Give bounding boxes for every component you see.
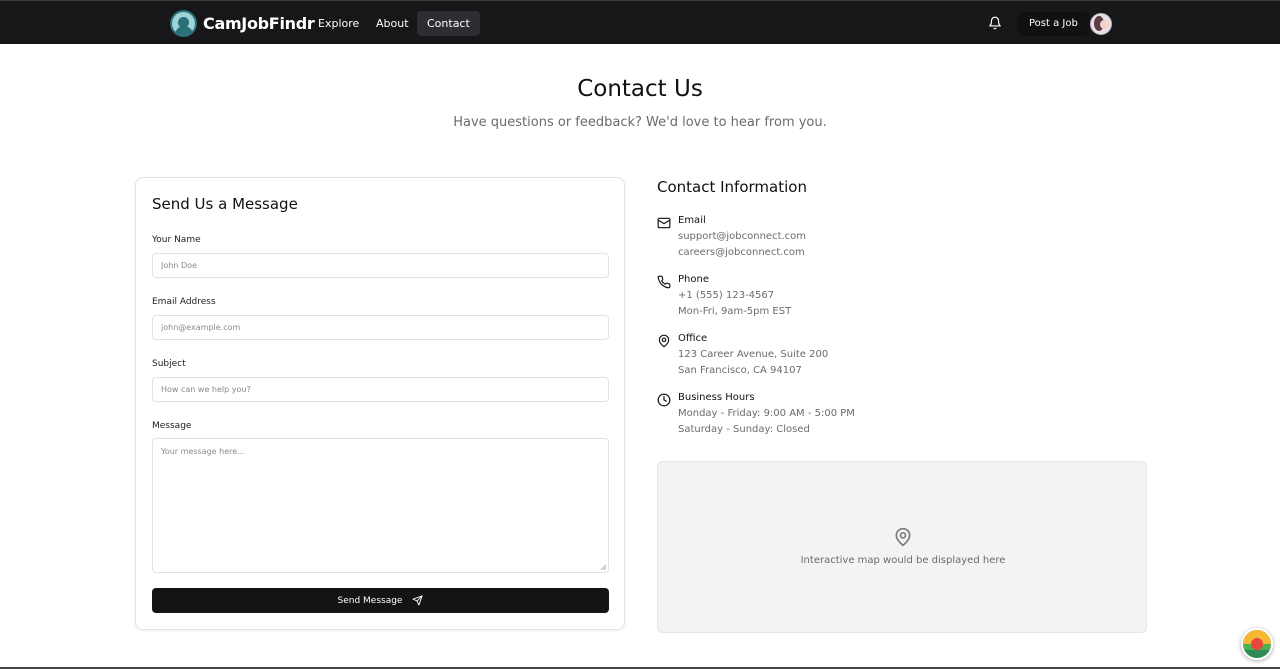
page-title: Contact Us	[577, 76, 703, 102]
contact-item-title: Phone	[678, 274, 709, 285]
avatar[interactable]	[1090, 13, 1112, 35]
phone-icon	[657, 275, 671, 289]
map-placeholder[interactable]: Interactive map would be displayed here	[657, 461, 1147, 633]
name-label: Your Name	[152, 235, 201, 245]
email-label: Email Address	[152, 297, 216, 307]
contact-item-line: Mon-Fri, 9am-5pm EST	[678, 306, 792, 317]
map-pin-icon	[895, 527, 911, 547]
floating-app-icon[interactable]	[1241, 628, 1273, 660]
contact-item-title: Email	[678, 215, 706, 226]
contact-item-line: Monday - Friday: 9:00 AM - 5:00 PM	[678, 408, 855, 419]
send-message-button[interactable]: Send Message	[152, 588, 609, 613]
map-pin-icon	[658, 334, 670, 348]
email-input[interactable]	[152, 315, 609, 340]
form-heading: Send Us a Message	[152, 195, 298, 213]
subject-input[interactable]	[152, 377, 609, 402]
contact-item-line: San Francisco, CA 94107	[678, 365, 802, 376]
message-label: Message	[152, 421, 192, 431]
contact-info-heading: Contact Information	[657, 178, 807, 196]
bell-icon[interactable]	[988, 16, 1002, 30]
post-job-button[interactable]: Post a Job	[1018, 12, 1089, 36]
clock-icon	[657, 393, 671, 407]
contact-item-title: Office	[678, 333, 708, 344]
send-icon	[412, 595, 424, 606]
brand-name: CamJobFindr	[203, 14, 315, 33]
contact-item-line: 123 Career Avenue, Suite 200	[678, 349, 829, 360]
top-navigation-bar: CamJobFindr Explore About Contact Post a…	[0, 0, 1280, 44]
nav-explore-link[interactable]: Explore	[308, 11, 369, 36]
send-message-label: Send Message	[337, 595, 403, 606]
brand-link[interactable]: CamJobFindr	[170, 10, 315, 37]
logo-icon	[170, 10, 197, 37]
contact-item-line[interactable]: +1 (555) 123-4567	[678, 290, 774, 301]
nav-about-link[interactable]: About	[366, 11, 419, 36]
map-caption: Interactive map would be displayed here	[800, 555, 1006, 566]
contact-item-line: Saturday - Sunday: Closed	[678, 424, 810, 435]
contact-item-title: Business Hours	[678, 392, 755, 403]
nav-contact-link[interactable]: Contact	[417, 11, 480, 36]
subject-label: Subject	[152, 359, 186, 369]
message-textarea[interactable]	[152, 438, 609, 573]
mail-icon	[657, 217, 671, 229]
name-input[interactable]	[152, 253, 609, 278]
contact-item-line[interactable]: support@jobconnect.com	[678, 231, 806, 242]
message-form-card: Send Us a Message Your Name Email Addres…	[135, 177, 625, 630]
page-subtitle: Have questions or feedback? We'd love to…	[453, 115, 827, 130]
resize-handle-icon[interactable]	[600, 564, 606, 570]
contact-item-line[interactable]: careers@jobconnect.com	[678, 247, 805, 258]
